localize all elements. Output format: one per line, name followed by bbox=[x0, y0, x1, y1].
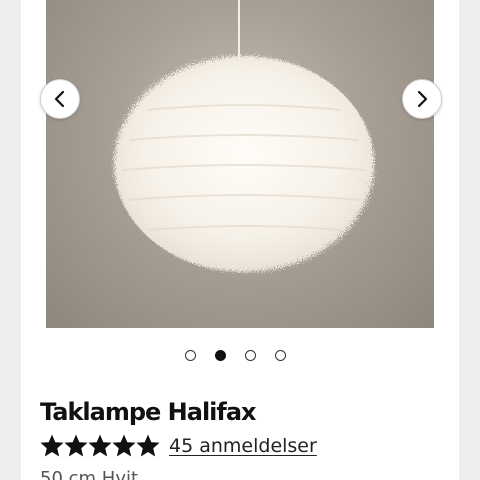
next-image-button[interactable] bbox=[402, 79, 442, 119]
star-rating bbox=[40, 434, 160, 458]
rating-row: 45 anmeldelser bbox=[40, 432, 317, 460]
star-icon bbox=[88, 434, 112, 457]
star-icon bbox=[64, 434, 88, 457]
product-page: Taklampe Halifax 45 anmeldelser 50 cm Hv… bbox=[0, 0, 480, 480]
carousel-dot-1[interactable] bbox=[185, 350, 196, 361]
carousel-dots bbox=[185, 350, 286, 361]
carousel-dot-3[interactable] bbox=[245, 350, 256, 361]
star-icon bbox=[40, 434, 64, 457]
lamp-shade bbox=[114, 56, 374, 272]
previous-image-button[interactable] bbox=[40, 79, 80, 119]
product-image[interactable] bbox=[46, 0, 434, 328]
product-title: Taklampe Halifax bbox=[40, 398, 257, 426]
reviews-link[interactable]: 45 anmeldelser bbox=[169, 435, 317, 457]
carousel-dot-4[interactable] bbox=[275, 350, 286, 361]
carousel-dot-2[interactable] bbox=[215, 350, 226, 361]
product-variant: 50 cm Hvit bbox=[40, 468, 139, 480]
chevron-right-icon bbox=[417, 90, 428, 108]
star-icon bbox=[112, 434, 136, 457]
star-icon bbox=[136, 434, 160, 457]
chevron-left-icon bbox=[54, 90, 65, 108]
